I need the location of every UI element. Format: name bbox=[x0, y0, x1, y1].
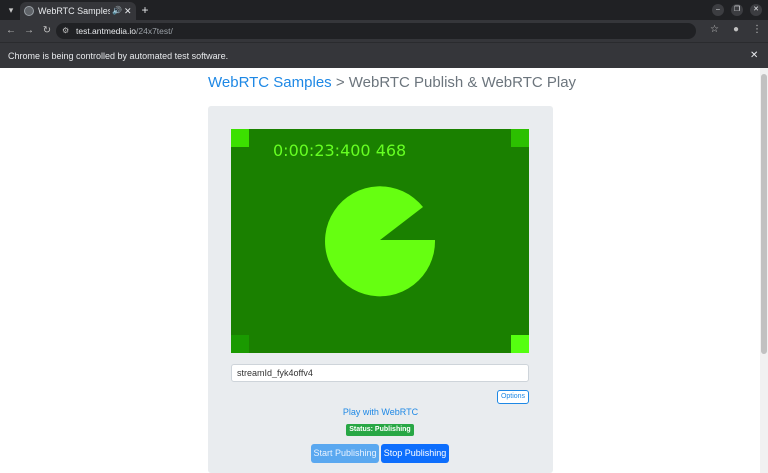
automation-infobar: Chrome is being controlled by automated … bbox=[0, 42, 768, 68]
site-info-icon[interactable]: ⚙ bbox=[62, 26, 69, 35]
options-button[interactable]: Options bbox=[497, 390, 529, 404]
video-corner-marker bbox=[511, 129, 529, 147]
browser-tab[interactable]: WebRTC Samples > P 🔊 ✕ bbox=[20, 2, 136, 20]
new-tab-button[interactable]: + bbox=[138, 1, 152, 19]
start-publishing-button[interactable]: Start Publishing bbox=[311, 444, 379, 463]
page-title-rest: > WebRTC Publish & WebRTC Play bbox=[331, 74, 577, 91]
kebab-menu-icon[interactable]: ⋮ bbox=[752, 23, 762, 37]
play-with-webrtc-link[interactable]: Play with WebRTC bbox=[208, 407, 553, 417]
publish-panel: 0:00:23:400 468 Options Play with WebRTC… bbox=[208, 106, 553, 473]
infobar-close-icon[interactable]: ✕ bbox=[750, 43, 758, 69]
restore-icon[interactable]: ❐ bbox=[731, 4, 743, 16]
browser-toolbar: ← → ↻ ⚙ test.antmedia.io/24x7test/ ☆ ● ⋮ bbox=[0, 20, 768, 42]
globe-icon bbox=[24, 6, 34, 16]
stream-id-input[interactable] bbox=[231, 364, 529, 382]
star-icon[interactable]: ☆ bbox=[710, 23, 719, 37]
close-icon[interactable]: ✕ bbox=[124, 2, 132, 20]
infobar-text: Chrome is being controlled by automated … bbox=[8, 51, 229, 61]
page-title: WebRTC Samples > WebRTC Publish & WebRTC… bbox=[208, 74, 576, 91]
video-corner-marker bbox=[231, 129, 249, 147]
forward-icon[interactable]: → bbox=[22, 24, 36, 38]
reload-icon[interactable]: ↻ bbox=[40, 24, 54, 38]
back-icon[interactable]: ← bbox=[4, 24, 18, 38]
tab-strip: ▾ WebRTC Samples > P 🔊 ✕ + – ❐ ✕ bbox=[0, 0, 768, 20]
page-content: WebRTC Samples > WebRTC Publish & WebRTC… bbox=[0, 68, 760, 473]
url-text[interactable]: test.antmedia.io/24x7test/ bbox=[76, 23, 173, 39]
minimize-icon[interactable]: – bbox=[712, 4, 724, 16]
local-video: 0:00:23:400 468 bbox=[231, 129, 529, 353]
status-badge: Status: Publishing bbox=[346, 424, 414, 436]
pacman-shape bbox=[325, 186, 436, 297]
page-scrollbar[interactable] bbox=[760, 68, 768, 473]
video-corner-marker bbox=[511, 335, 529, 353]
video-corner-marker bbox=[231, 335, 249, 353]
chevron-down-icon[interactable]: ▾ bbox=[4, 3, 18, 17]
speaker-icon[interactable]: 🔊 bbox=[112, 2, 122, 20]
window-close-icon[interactable]: ✕ bbox=[750, 4, 762, 16]
webrtc-samples-link[interactable]: WebRTC Samples bbox=[208, 74, 332, 91]
video-timer: 0:00:23:400 468 bbox=[273, 141, 407, 160]
scrollbar-thumb[interactable] bbox=[761, 74, 767, 354]
tab-title: WebRTC Samples > P bbox=[38, 6, 110, 16]
address-bar[interactable]: ⚙ test.antmedia.io/24x7test/ bbox=[56, 23, 696, 39]
profile-icon[interactable]: ● bbox=[733, 23, 739, 37]
stop-publishing-button[interactable]: Stop Publishing bbox=[381, 444, 449, 463]
